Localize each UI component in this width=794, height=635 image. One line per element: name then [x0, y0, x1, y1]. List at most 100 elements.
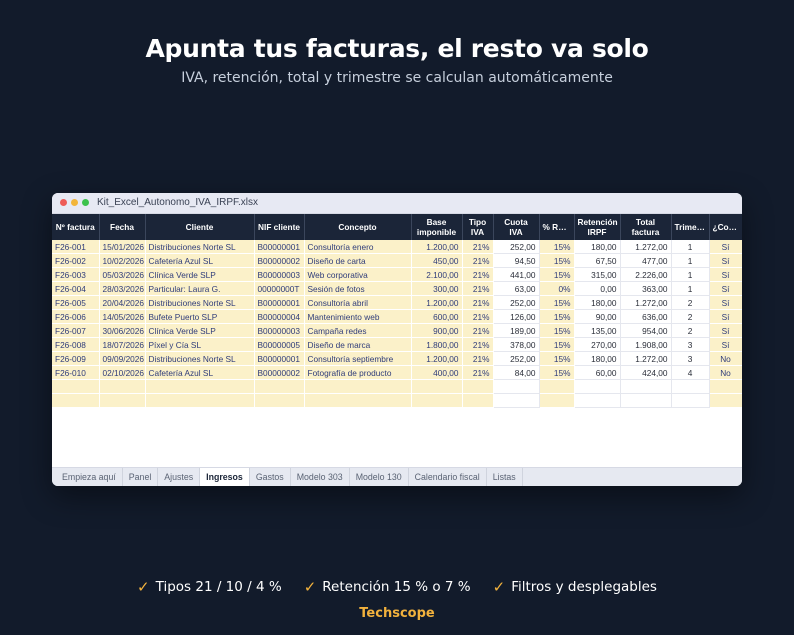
maximize-window-dot[interactable] [82, 199, 89, 206]
table-cell[interactable]: Píxel y Cía SL [145, 337, 255, 352]
table-cell[interactable]: Diseño de carta [304, 253, 412, 268]
sheet-tab[interactable]: Ingresos [200, 468, 250, 486]
sheet-tab[interactable]: Modelo 130 [350, 468, 409, 486]
minimize-window-dot[interactable] [71, 199, 78, 206]
table-cell[interactable]: 1.908,00 [620, 337, 672, 352]
table-cell[interactable]: F26-009 [52, 351, 100, 366]
table-cell[interactable]: 1.200,00 [411, 240, 463, 254]
table-cell[interactable]: 15/01/2026 [99, 240, 146, 254]
table-cell[interactable]: Sesión de fotos [304, 281, 412, 296]
table-cell[interactable]: 1.272,00 [620, 295, 672, 310]
table-cell[interactable]: 02/10/2026 [99, 365, 146, 380]
table-cell[interactable]: 1.200,00 [411, 351, 463, 366]
table-cell[interactable]: Cafetería Azul SL [145, 253, 255, 268]
table-cell[interactable]: B00000003 [254, 323, 305, 338]
table-cell[interactable] [493, 393, 540, 408]
column-header[interactable]: Base imponible [411, 214, 463, 240]
table-cell[interactable]: B00000002 [254, 253, 305, 268]
table-cell[interactable]: B00000001 [254, 240, 305, 254]
table-cell[interactable] [574, 393, 621, 408]
column-header[interactable]: Total factura [620, 214, 672, 240]
table-cell[interactable]: 252,00 [493, 351, 540, 366]
table-cell[interactable]: 2.100,00 [411, 267, 463, 282]
table-cell[interactable]: 15% [539, 240, 575, 254]
table-cell[interactable]: Web corporativa [304, 267, 412, 282]
table-cell[interactable]: 15% [539, 365, 575, 380]
table-cell[interactable]: F26-006 [52, 309, 100, 324]
column-header[interactable]: Tipo IVA [462, 214, 494, 240]
table-cell[interactable]: 189,00 [493, 323, 540, 338]
table-cell[interactable]: 300,00 [411, 281, 463, 296]
table-cell[interactable]: 900,00 [411, 323, 463, 338]
table-cell[interactable]: Bufete Puerto SLP [145, 309, 255, 324]
table-cell[interactable]: Sí [709, 253, 742, 268]
table-cell[interactable]: Diseño de marca [304, 337, 412, 352]
table-cell[interactable]: Sí [709, 281, 742, 296]
table-cell[interactable]: 252,00 [493, 295, 540, 310]
table-cell[interactable]: Particular: Laura G. [145, 281, 255, 296]
table-cell[interactable]: Consultoría abril [304, 295, 412, 310]
table-cell[interactable]: 21% [462, 351, 494, 366]
close-window-dot[interactable] [60, 199, 67, 206]
table-cell[interactable]: 441,00 [493, 267, 540, 282]
table-cell[interactable]: 21% [462, 337, 494, 352]
table-cell[interactable]: B00000001 [254, 295, 305, 310]
table-cell[interactable]: 90,00 [574, 309, 621, 324]
table-cell[interactable] [99, 379, 146, 394]
table-cell[interactable] [574, 379, 621, 394]
column-header[interactable]: Retención IRPF [574, 214, 621, 240]
table-cell[interactable]: 21% [462, 295, 494, 310]
table-cell[interactable]: No [709, 351, 742, 366]
table-cell[interactable]: 180,00 [574, 295, 621, 310]
table-cell[interactable] [671, 393, 710, 408]
table-cell[interactable]: Sí [709, 240, 742, 254]
table-cell[interactable]: 954,00 [620, 323, 672, 338]
table-cell[interactable]: 2 [671, 295, 710, 310]
table-cell[interactable] [620, 393, 672, 408]
table-cell[interactable]: 21% [462, 365, 494, 380]
table-cell[interactable]: F26-003 [52, 267, 100, 282]
table-cell[interactable]: 15% [539, 323, 575, 338]
table-cell[interactable]: 15% [539, 267, 575, 282]
table-cell[interactable]: F26-001 [52, 240, 100, 254]
table-cell[interactable]: 424,00 [620, 365, 672, 380]
table-cell[interactable]: 636,00 [620, 309, 672, 324]
table-cell[interactable]: 1 [671, 240, 710, 254]
table-cell[interactable] [620, 379, 672, 394]
table-cell[interactable]: Sí [709, 309, 742, 324]
table-cell[interactable]: 14/05/2026 [99, 309, 146, 324]
table-cell[interactable] [709, 393, 742, 408]
table-cell[interactable]: 15% [539, 351, 575, 366]
table-cell[interactable]: Campaña redes [304, 323, 412, 338]
table-cell[interactable] [304, 393, 412, 408]
table-cell[interactable] [671, 379, 710, 394]
table-cell[interactable] [254, 393, 305, 408]
table-cell[interactable] [99, 393, 146, 408]
table-cell[interactable]: 00000000T [254, 281, 305, 296]
table-cell[interactable]: 21% [462, 281, 494, 296]
table-cell[interactable]: 63,00 [493, 281, 540, 296]
table-cell[interactable]: 126,00 [493, 309, 540, 324]
table-cell[interactable]: Sí [709, 323, 742, 338]
table-cell[interactable] [462, 393, 494, 408]
table-cell[interactable] [462, 379, 494, 394]
table-cell[interactable]: F26-005 [52, 295, 100, 310]
table-cell[interactable]: 67,50 [574, 253, 621, 268]
table-cell[interactable]: B00000002 [254, 365, 305, 380]
table-cell[interactable]: Sí [709, 337, 742, 352]
table-cell[interactable]: 135,00 [574, 323, 621, 338]
table-cell[interactable]: 3 [671, 337, 710, 352]
table-cell[interactable]: 363,00 [620, 281, 672, 296]
table-cell[interactable]: F26-010 [52, 365, 100, 380]
sheet-tab[interactable]: Modelo 303 [291, 468, 350, 486]
table-cell[interactable] [145, 379, 255, 394]
table-cell[interactable]: 10/02/2026 [99, 253, 146, 268]
column-header[interactable]: Nº factura [52, 214, 100, 240]
table-cell[interactable]: 1 [671, 267, 710, 282]
column-header[interactable]: Concepto [304, 214, 412, 240]
table-cell[interactable]: F26-002 [52, 253, 100, 268]
column-header[interactable]: ¿Cob… [709, 214, 742, 240]
table-cell[interactable]: 21% [462, 309, 494, 324]
sheet-tab[interactable]: Ajustes [158, 468, 201, 486]
table-cell[interactable]: 94,50 [493, 253, 540, 268]
